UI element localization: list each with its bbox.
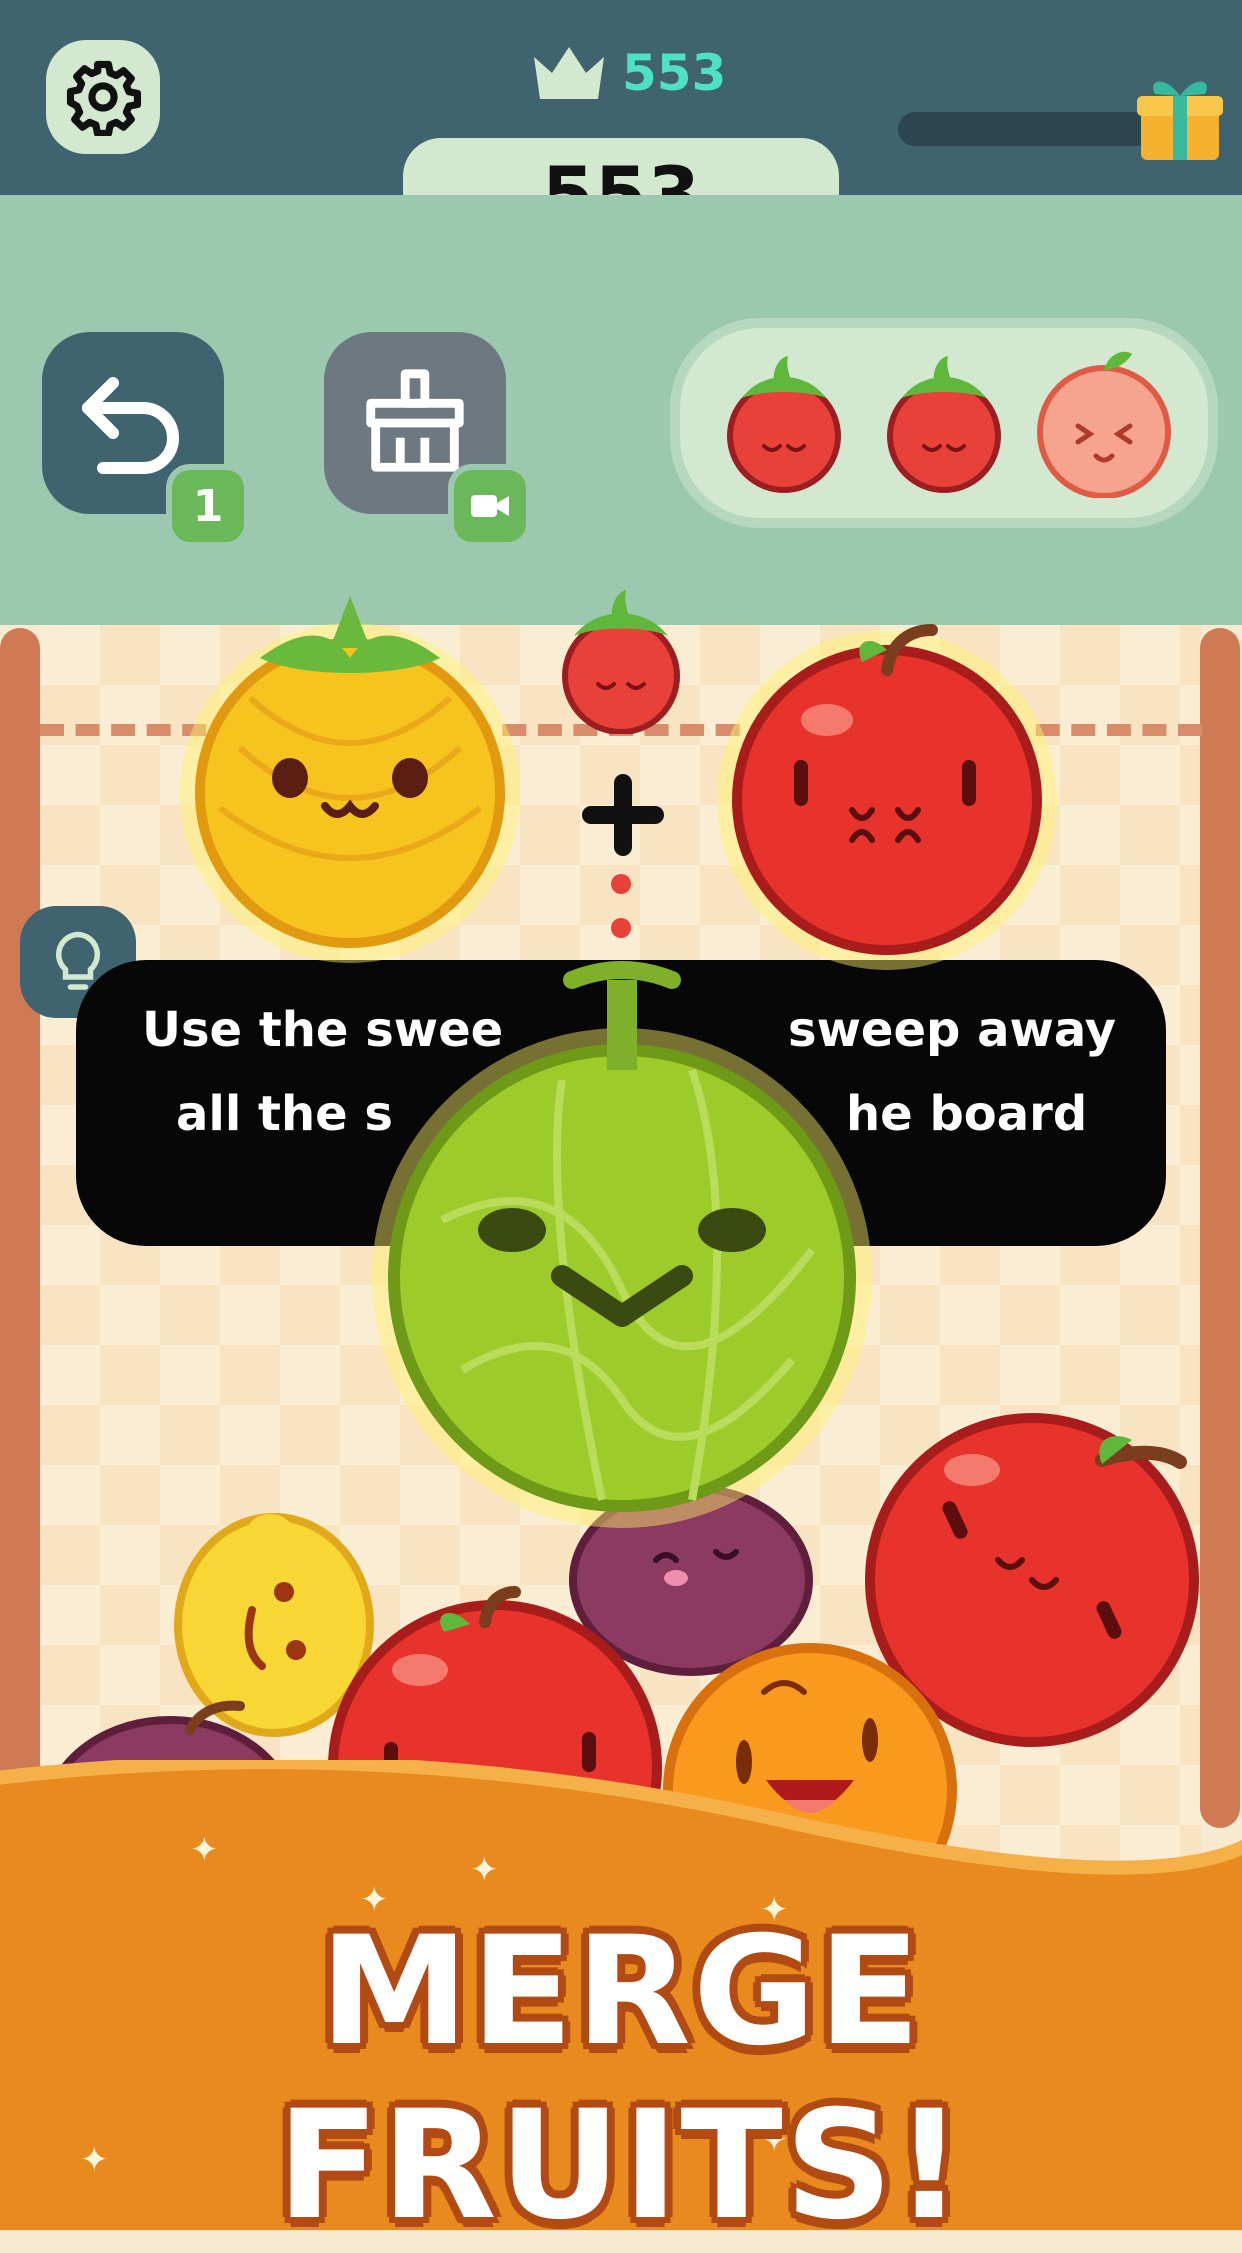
hint-line2-left: all the s: [176, 1086, 393, 1142]
gear-icon: [66, 60, 142, 136]
gift-icon: [1137, 81, 1223, 160]
left-wall: [0, 628, 40, 1828]
undo-icon: [82, 377, 179, 474]
right-wall: [1200, 628, 1240, 1828]
gift-button[interactable]: [1135, 70, 1225, 166]
broom-icon: [366, 369, 464, 472]
pineapple-fruit: [180, 596, 520, 963]
sparkle-1: ✦: [190, 1830, 219, 1870]
best-score: 553: [530, 38, 730, 108]
banner-title: MERGE FRUITS!: [276, 1905, 966, 2253]
queue-fruit-peach: [1037, 351, 1171, 498]
video-icon: [471, 495, 509, 517]
dot-2: [611, 918, 631, 938]
queue-fruit-1: [727, 356, 841, 493]
sparkle-3: ✦: [470, 1850, 499, 1890]
settings-button[interactable]: [46, 40, 160, 154]
queue-fruit-2: [887, 356, 1001, 493]
best-score-value: 553: [622, 44, 727, 102]
apple-fruit: [717, 624, 1057, 970]
melon-fruit: [372, 961, 872, 1528]
small-strawberry-dropper: [562, 590, 680, 734]
dot-1: [611, 874, 631, 894]
watch-video-badge[interactable]: [448, 464, 532, 548]
undo-count-badge: 1: [166, 464, 250, 548]
hint-line2-right: he board: [846, 1086, 1088, 1142]
crown-icon: [534, 47, 604, 99]
undo-count: 1: [192, 480, 224, 532]
plus-sign: [582, 774, 664, 856]
